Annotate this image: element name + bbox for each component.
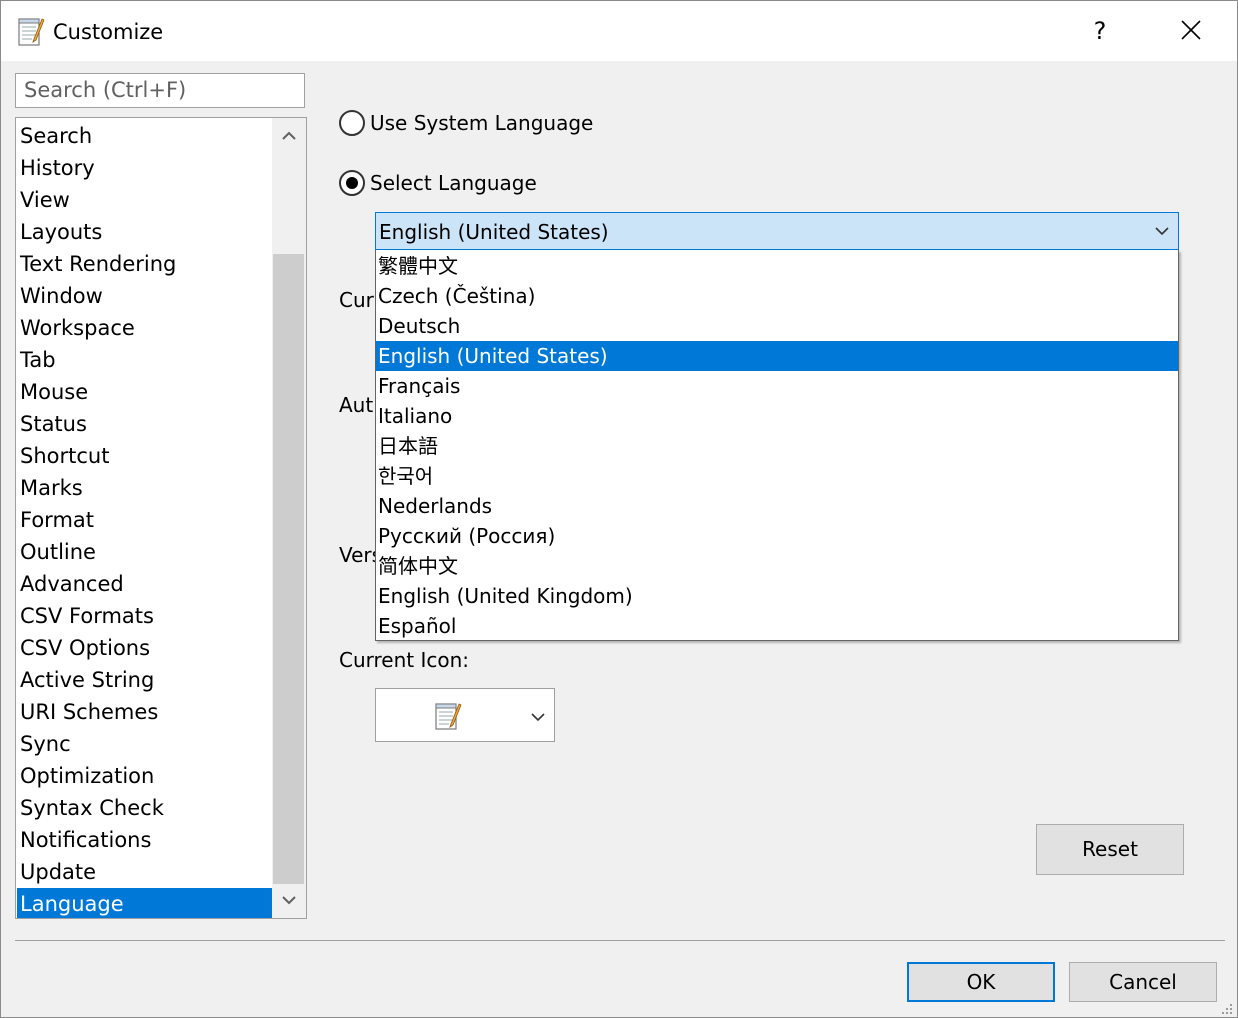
radio-selected-dot xyxy=(346,177,358,189)
reset-button[interactable]: Reset xyxy=(1036,824,1184,875)
notepad-icon xyxy=(435,703,462,730)
customize-dialog: Customize ? Search History View Layouts … xyxy=(0,0,1238,1018)
language-option[interactable]: Italiano xyxy=(376,401,1178,431)
category-item[interactable]: Window xyxy=(17,280,272,312)
category-item[interactable]: Status xyxy=(17,408,272,440)
category-item[interactable]: URI Schemes xyxy=(17,696,272,728)
category-item[interactable]: Syntax Check xyxy=(17,792,272,824)
language-option[interactable]: English (United Kingdom) xyxy=(376,581,1178,611)
category-item[interactable]: Advanced xyxy=(17,568,272,600)
category-item[interactable]: Optimization xyxy=(17,760,272,792)
use-system-language-radio[interactable] xyxy=(339,110,365,136)
language-option[interactable]: Español xyxy=(376,611,1178,640)
language-option[interactable]: Français xyxy=(376,371,1178,401)
use-system-language-label[interactable]: Use System Language xyxy=(370,110,593,136)
category-item[interactable]: Outline xyxy=(17,536,272,568)
language-combobox-value: English (United States) xyxy=(379,220,609,244)
select-language-label[interactable]: Select Language xyxy=(370,170,537,196)
category-item[interactable]: Mouse xyxy=(17,376,272,408)
language-option[interactable]: Czech (Čeština) xyxy=(376,281,1178,311)
author-label: Autl xyxy=(339,393,379,417)
category-item[interactable]: Marks xyxy=(17,472,272,504)
category-item[interactable]: Text Rendering xyxy=(17,248,272,280)
category-item[interactable]: Layouts xyxy=(17,216,272,248)
category-item[interactable]: Tab xyxy=(17,344,272,376)
category-item[interactable]: Update xyxy=(17,856,272,888)
chevron-down-icon xyxy=(282,896,296,905)
language-combobox[interactable]: English (United States) xyxy=(375,212,1179,250)
language-option-selected[interactable]: English (United States) xyxy=(376,341,1178,371)
category-item[interactable]: Notifications xyxy=(17,824,272,856)
resize-grip-icon[interactable] xyxy=(1215,997,1235,1017)
category-item-selected[interactable]: Language xyxy=(17,888,272,918)
language-option[interactable]: 한국어 xyxy=(376,461,1178,491)
scroll-thumb[interactable] xyxy=(273,254,304,884)
category-item[interactable]: CSV Options xyxy=(17,632,272,664)
notepad-icon xyxy=(17,15,45,47)
category-item[interactable]: History xyxy=(17,152,272,184)
language-option[interactable]: Русский (Россия) xyxy=(376,521,1178,551)
category-item[interactable]: Sync xyxy=(17,728,272,760)
language-option[interactable]: 简体中文 xyxy=(376,551,1178,581)
category-item[interactable]: Active String xyxy=(17,664,272,696)
language-option[interactable]: Nederlands xyxy=(376,491,1178,521)
category-item[interactable]: Search xyxy=(17,120,272,152)
ok-button[interactable]: OK xyxy=(907,962,1055,1002)
cancel-button[interactable]: Cancel xyxy=(1069,962,1217,1002)
title-bar: Customize ? xyxy=(1,1,1237,61)
language-option[interactable]: 日本語 xyxy=(376,431,1178,461)
category-list[interactable]: Search History View Layouts Text Renderi… xyxy=(15,117,307,919)
scroll-down-button[interactable] xyxy=(272,884,306,918)
icon-combobox[interactable] xyxy=(375,688,555,742)
footer-separator xyxy=(15,940,1225,941)
category-item[interactable]: View xyxy=(17,184,272,216)
close-icon xyxy=(1181,20,1201,40)
category-scrollbar[interactable] xyxy=(272,118,306,918)
category-item[interactable]: Shortcut xyxy=(17,440,272,472)
close-button[interactable] xyxy=(1161,1,1221,61)
category-item[interactable]: Format xyxy=(17,504,272,536)
chevron-down-icon xyxy=(1155,227,1169,236)
category-item[interactable]: CSV Formats xyxy=(17,600,272,632)
category-item[interactable]: Workspace xyxy=(17,312,272,344)
search-input[interactable] xyxy=(24,74,294,105)
current-icon-label: Current Icon: xyxy=(339,648,470,672)
language-dropdown-list[interactable]: 繁體中文 Czech (Čeština) Deutsch English (Un… xyxy=(375,250,1179,641)
dialog-title: Customize xyxy=(53,20,164,44)
help-button[interactable]: ? xyxy=(1071,1,1129,61)
search-box[interactable] xyxy=(15,73,305,108)
language-option[interactable]: 繁體中文 xyxy=(376,251,1178,281)
scroll-up-button[interactable] xyxy=(272,118,306,152)
language-option[interactable]: Deutsch xyxy=(376,311,1178,341)
chevron-down-icon xyxy=(531,713,545,722)
chevron-up-icon xyxy=(282,131,296,140)
select-language-radio[interactable] xyxy=(339,170,365,196)
